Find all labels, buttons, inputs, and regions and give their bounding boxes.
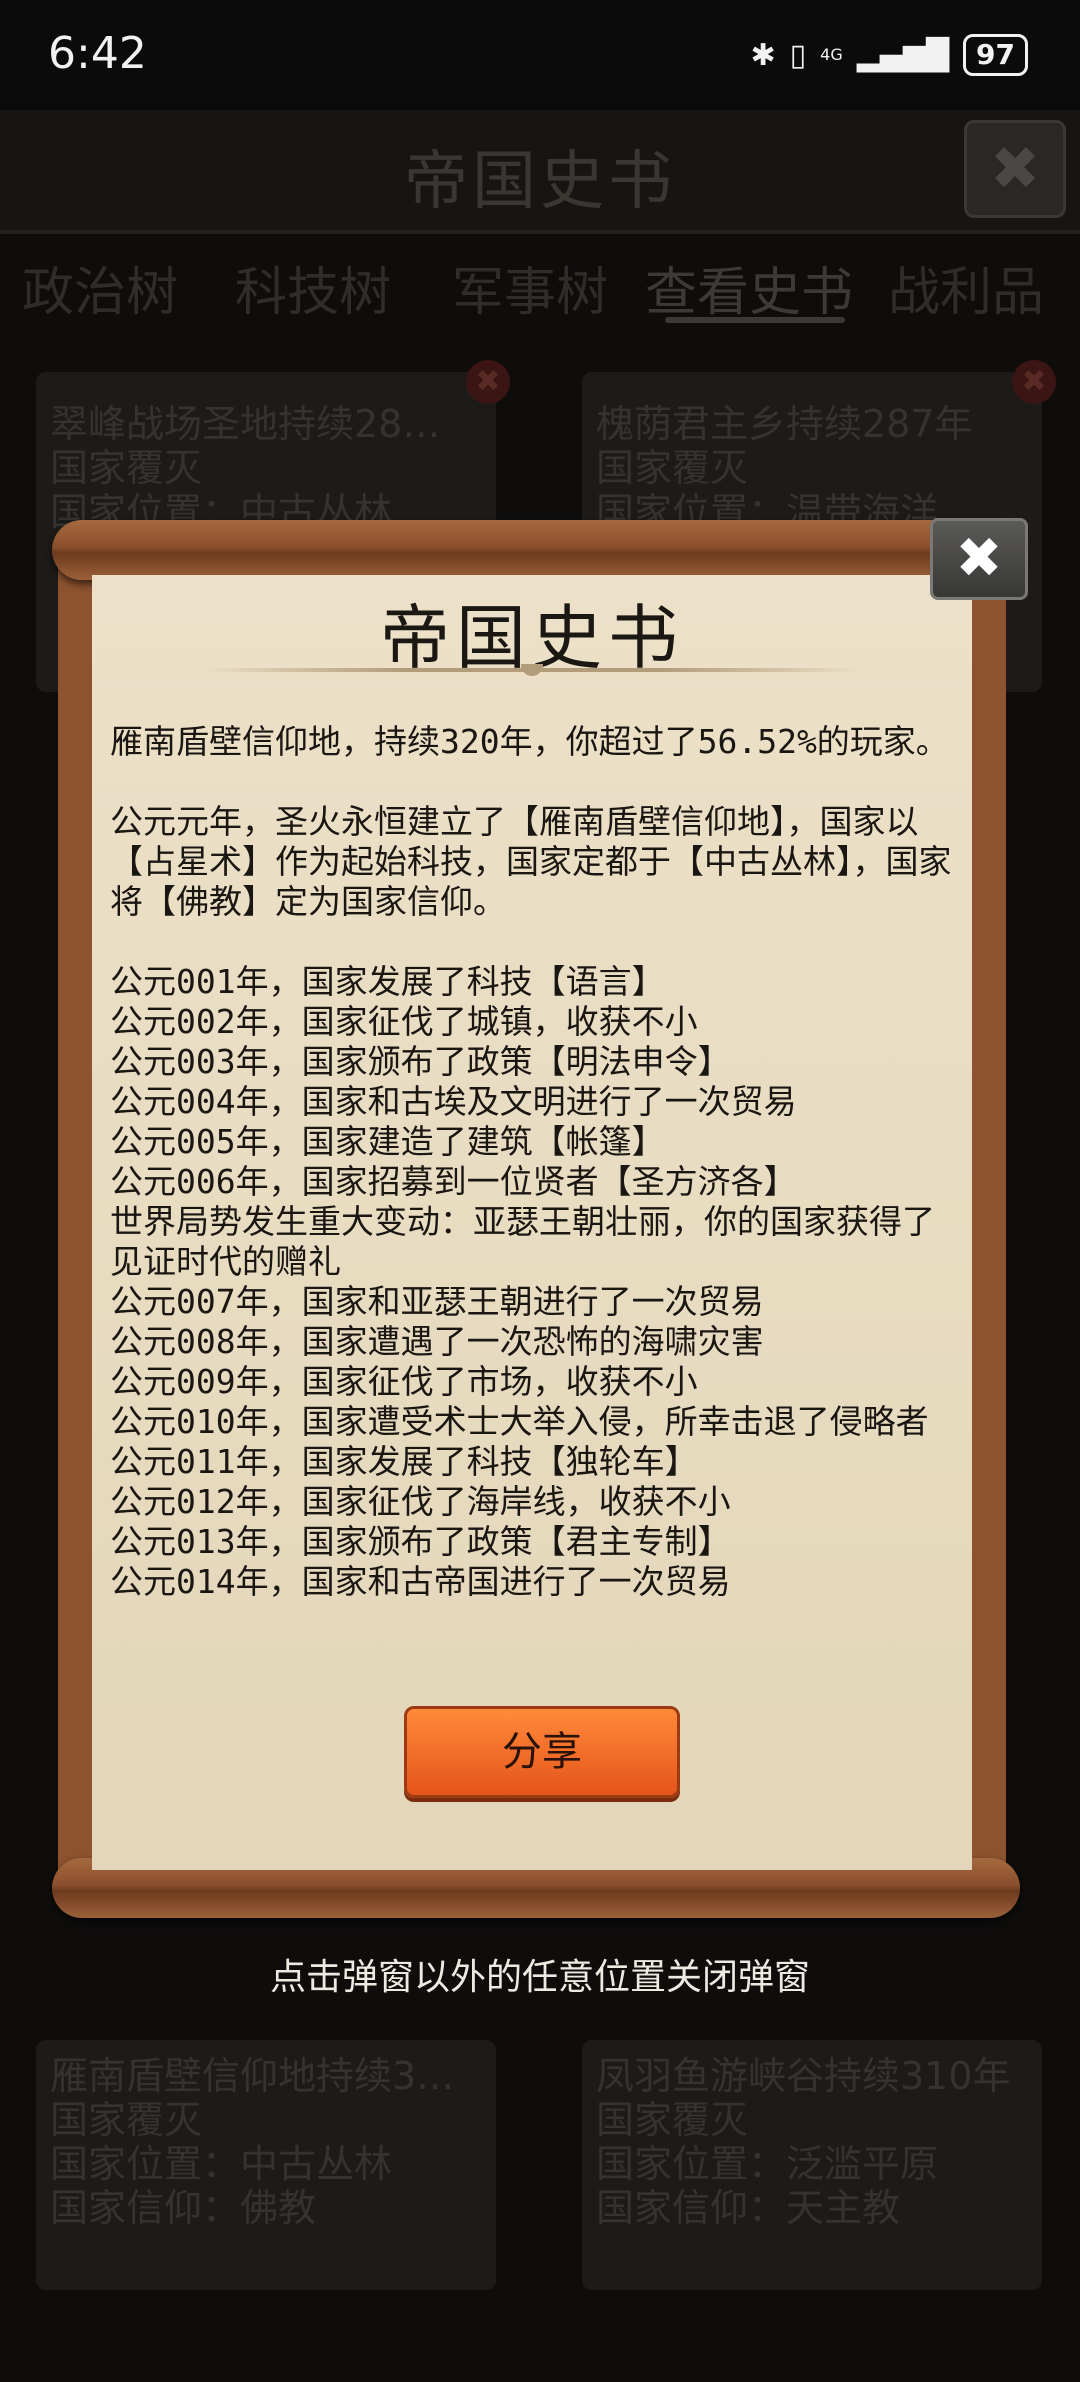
card-religion: 国家信仰：佛教 bbox=[50, 2186, 317, 2230]
status-bar: 6:42 ✱ ▯ 4G ▂▄▆█ 97 bbox=[0, 0, 1080, 110]
history-entry: 公元014年，国家和古帝国进行了一次贸易 bbox=[110, 1562, 731, 1601]
card-title: 雁南盾壁信仰地持续3… bbox=[50, 2054, 455, 2098]
paragraph-spacer bbox=[110, 922, 966, 962]
tab-military[interactable]: 军事树 bbox=[452, 250, 608, 325]
card-delete-icon[interactable]: ✖ bbox=[466, 360, 510, 404]
page-title: 帝国史书 bbox=[404, 145, 676, 219]
history-entry: 公元007年，国家和亚瑟王朝进行了一次贸易 bbox=[110, 1282, 764, 1321]
history-entry: 公元011年，国家发展了科技【独轮车】 bbox=[110, 1442, 698, 1481]
card-status: 国家覆灭 bbox=[50, 446, 203, 490]
history-entry: 公元012年，国家征伐了海岸线，收获不小 bbox=[110, 1482, 731, 1521]
history-entry: 世界局势发生重大变动：亚瑟王朝壮丽，你的国家获得了见证时代的赠礼 bbox=[110, 1202, 935, 1281]
page-close-button[interactable]: ✖ bbox=[964, 120, 1066, 218]
network-type: 4G bbox=[820, 45, 843, 64]
history-entry: 雁南盾壁信仰地，持续320年，你超过了56.52%的玩家。 bbox=[110, 722, 949, 761]
signal-icon: ▂▄▆█ bbox=[856, 37, 950, 73]
card-status: 国家覆灭 bbox=[596, 446, 749, 490]
scroll-top-roll bbox=[52, 520, 1020, 580]
history-entry: 公元010年，国家遭受术士大举入侵，所幸击退了侵略者 bbox=[110, 1402, 929, 1441]
history-entry: 公元003年，国家颁布了政策【明法申令】 bbox=[110, 1042, 731, 1081]
card-location: 国家位置：泛滥平原 bbox=[596, 2142, 939, 2186]
card-delete-icon[interactable]: ✖ bbox=[1012, 360, 1056, 404]
card-religion: 国家信仰：天主教 bbox=[596, 2186, 901, 2230]
battery-level: 97 bbox=[963, 34, 1028, 76]
history-entry: 公元008年，国家遭遇了一次恐怖的海啸灾害 bbox=[110, 1322, 764, 1361]
active-tab-indicator bbox=[665, 317, 845, 323]
card-title: 槐荫君主乡持续287年 bbox=[596, 402, 973, 446]
tab-bar: 政治树 科技树 军事树 查看史书 战利品 bbox=[0, 240, 1080, 340]
tab-technology[interactable]: 科技树 bbox=[235, 250, 391, 325]
history-card[interactable]: 雁南盾壁信仰地持续3… 国家覆灭 国家位置：中古丛林 国家信仰：佛教 bbox=[36, 2040, 496, 2290]
vibrate-icon: ▯ bbox=[789, 37, 807, 73]
history-text-scroll[interactable]: 雁南盾壁信仰地，持续320年，你超过了56.52%的玩家。公元元年，圣火永恒建立… bbox=[110, 722, 966, 1677]
history-entry: 公元元年，圣火永恒建立了【雁南盾壁信仰地】，国家以【占星术】作为起始科技，国家定… bbox=[110, 802, 952, 921]
history-entry: 公元013年，国家颁布了政策【君主专制】 bbox=[110, 1522, 731, 1561]
share-button[interactable]: 分享 bbox=[404, 1706, 680, 1798]
card-status: 国家覆灭 bbox=[596, 2098, 749, 2142]
bluetooth-icon: ✱ bbox=[750, 37, 776, 73]
history-entry: 公元009年，国家征伐了市场，收获不小 bbox=[110, 1362, 698, 1401]
dismiss-hint: 点击弹窗以外的任意位置关闭弹窗 bbox=[269, 1957, 810, 1998]
tab-spoils[interactable]: 战利品 bbox=[888, 250, 1044, 325]
card-status: 国家覆灭 bbox=[50, 2098, 203, 2142]
history-entry: 公元005年，国家建造了建筑【帐篷】 bbox=[110, 1122, 665, 1161]
card-title: 凤羽鱼游峡谷持续310年 bbox=[596, 2054, 1011, 2098]
history-entry: 公元002年，国家征伐了城镇，收获不小 bbox=[110, 1002, 698, 1041]
card-location: 国家位置：中古丛林 bbox=[50, 2142, 393, 2186]
paragraph-spacer bbox=[110, 762, 966, 802]
status-time: 6:42 bbox=[48, 28, 147, 79]
history-entry: 公元001年，国家发展了科技【语言】 bbox=[110, 962, 665, 1001]
history-card[interactable]: 凤羽鱼游峡谷持续310年 国家覆灭 国家位置：泛滥平原 国家信仰：天主教 bbox=[582, 2040, 1042, 2290]
status-icons: ✱ ▯ 4G ▂▄▆█ 97 bbox=[750, 34, 1028, 76]
card-title: 翠峰战场圣地持续28… bbox=[50, 402, 441, 446]
tab-politics[interactable]: 政治树 bbox=[22, 250, 178, 325]
page-header: 帝国史书 ✖ bbox=[0, 110, 1080, 234]
history-entry: 公元006年，国家招募到一位贤者【圣方济各】 bbox=[110, 1162, 797, 1201]
history-entry: 公元004年，国家和古埃及文明进行了一次贸易 bbox=[110, 1082, 797, 1121]
tab-history[interactable]: 查看史书 bbox=[645, 250, 853, 325]
